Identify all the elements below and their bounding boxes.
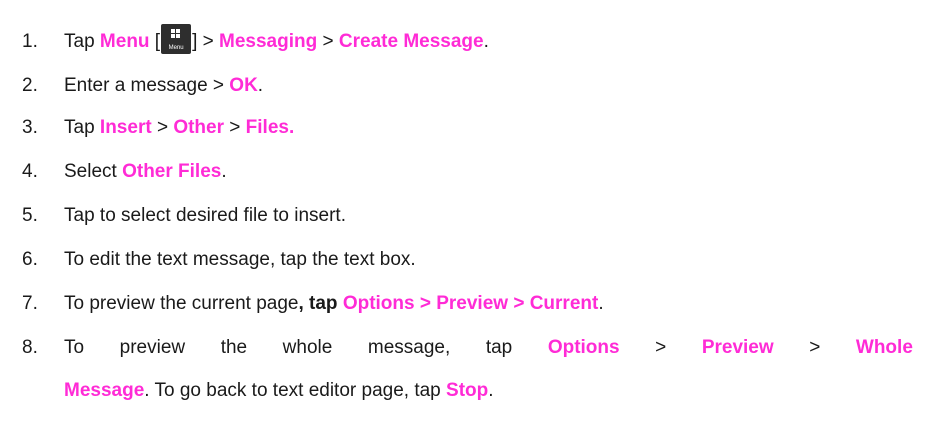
- step-number: 7.: [22, 293, 38, 314]
- step-text-line-2: Message. To go back to text editor page,…: [64, 380, 494, 401]
- other-files-label: Other Files: [122, 161, 222, 182]
- step-number: 5.: [22, 205, 38, 226]
- insert-label: Insert: [99, 117, 152, 138]
- ok-label: OK: [229, 75, 258, 96]
- options-preview-current-label: Options > Preview > Current: [342, 293, 599, 314]
- message-label: Message: [64, 380, 145, 401]
- step-number: 3.: [22, 117, 38, 138]
- step-text-line-1: To preview the whole message, tap Option…: [64, 333, 913, 363]
- whole-label: Whole: [855, 337, 913, 358]
- step-8: 8. To preview the whole message, tap Opt…: [0, 333, 937, 363]
- step-text: Tap to select desired file to insert.: [64, 205, 346, 226]
- stop-label: Stop: [446, 380, 489, 401]
- messaging-label: Messaging: [219, 31, 318, 52]
- options-label: Options: [547, 337, 620, 358]
- step-text: Tap Insert > Other > Files.: [64, 117, 295, 138]
- step-number: 6.: [22, 249, 38, 270]
- step-text: Tap Menu [Menu] > Messaging > Create Mes…: [64, 23, 489, 57]
- files-label: Files.: [245, 117, 295, 138]
- create-message-label: Create Message: [338, 31, 484, 52]
- preview-label: Preview: [701, 337, 774, 358]
- step-number: 1.: [22, 31, 38, 52]
- step-text: Select Other Files.: [64, 161, 227, 182]
- step-text: To preview the current page, tap Options…: [64, 293, 604, 314]
- other-label: Other: [173, 117, 225, 138]
- step-text: To edit the text message, tap the text b…: [64, 249, 416, 270]
- step-number: 2.: [22, 75, 38, 96]
- step-number: 4.: [22, 161, 38, 182]
- step-number: 8.: [22, 337, 38, 358]
- step-text: Enter a message > OK.: [64, 75, 264, 96]
- menu-label: Menu: [99, 31, 150, 52]
- windows-menu-grid-icon: Menu: [161, 23, 192, 54]
